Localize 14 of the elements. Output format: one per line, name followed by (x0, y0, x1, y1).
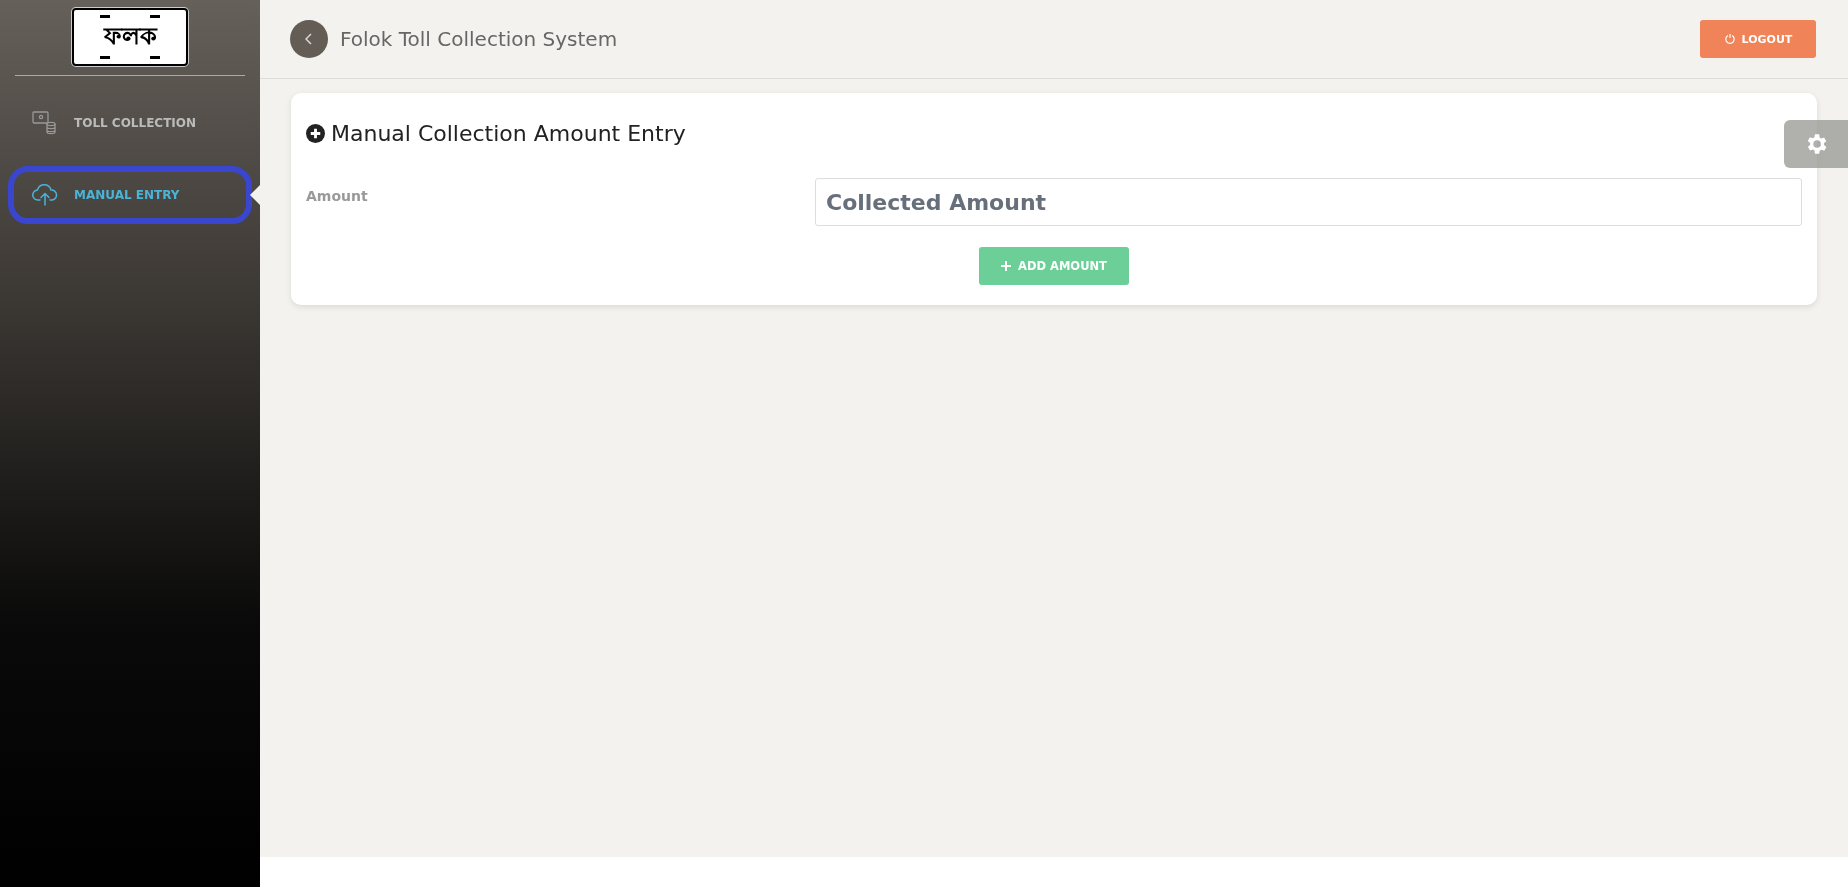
back-button[interactable] (290, 20, 328, 58)
page-title: Folok Toll Collection System (340, 27, 619, 51)
monitor-database-icon (32, 111, 58, 135)
logout-button[interactable]: LOGOUT (1700, 20, 1816, 58)
field-label: Amount (306, 187, 369, 204)
plus-icon (1001, 261, 1012, 271)
power-icon (1723, 33, 1736, 45)
card-title: Manual Collection Amount Entry (331, 121, 686, 146)
amount-field[interactable]: Collected Amount (815, 178, 1802, 226)
nav-item[interactable]: TOLL COLLECTION (8, 94, 252, 152)
logo-text: ফলক (103, 21, 157, 52)
plus-circle-icon (306, 124, 325, 143)
cloud-upload-icon (32, 184, 58, 206)
chevron-left-icon (304, 32, 314, 46)
